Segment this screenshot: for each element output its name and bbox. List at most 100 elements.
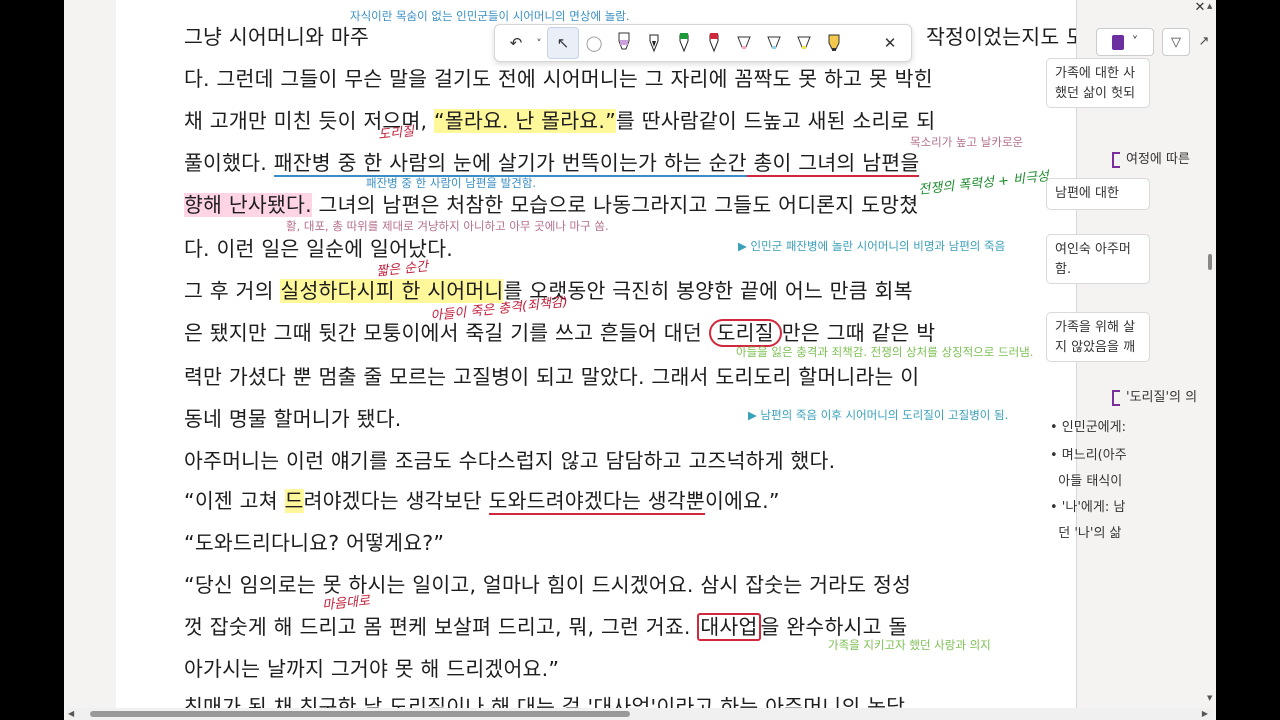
text-segment: 만은 그때 같은 박 bbox=[781, 321, 936, 345]
card-text: 여인숙 아주머 bbox=[1055, 242, 1131, 257]
highlighter-orange[interactable] bbox=[819, 28, 849, 58]
card-text: 했던 삶이 헛되 bbox=[1055, 86, 1136, 101]
text-segment: 도리질 bbox=[708, 319, 782, 347]
undo-button[interactable]: ↶ bbox=[501, 28, 531, 58]
undo-icon: ↶ bbox=[509, 34, 523, 52]
text-segment: 은 됐지만 그때 뒷간 모퉁이에서 죽길 기를 쓰고 흔들어 대던 bbox=[184, 321, 709, 345]
text-line: 력만 가셨다 뿐 멈출 줄 모르는 고질병이 되고 말았다. 그래서 도리도리 … bbox=[184, 360, 919, 390]
text-segment: 총이 그녀의 남편을 bbox=[746, 151, 920, 177]
summary-card[interactable]: 여인숙 아주머 함. bbox=[1046, 234, 1150, 284]
text-line: “도와드리다니요? 어떻게요?” bbox=[184, 526, 444, 556]
card-text: 남편에 대한 bbox=[1055, 186, 1119, 201]
toolbar-close-button[interactable]: ✕ bbox=[875, 28, 905, 58]
text-segment: “당신 임의로는 못 하시는 일이고, 얼마나 힘이 드시겠어요. 삼시 잡숫는… bbox=[184, 573, 912, 597]
text-line: 동네 명물 할머니가 됐다. bbox=[184, 402, 401, 432]
text-line: 친매가 된 채 친구한 날 도리질이나 해 대는 걸 '대사업'이라고 하는 아… bbox=[184, 690, 905, 708]
pen-icon: ▽ bbox=[1171, 34, 1181, 50]
panel-bullet: • 며느리(아주 bbox=[1050, 448, 1127, 463]
panel-bullet: • 인민군에게: bbox=[1050, 420, 1126, 435]
highlighter-yellow[interactable] bbox=[789, 28, 819, 58]
text-line: 은 됐지만 그때 뒷간 모퉁이에서 죽길 기를 쓰고 흔들어 대던 도리질 만은 … bbox=[184, 316, 936, 347]
panel-heading-text: 여정에 따른 bbox=[1126, 152, 1190, 167]
text-line: 그냥 시어머니와 마주 bbox=[184, 20, 369, 50]
pen-black-icon bbox=[649, 34, 659, 53]
card-text: 가족을 위해 살 bbox=[1055, 320, 1136, 335]
text-segment: 아주머니는 이런 얘기를 조금도 수다스럽지 않고 담담하고 고즈넉하게 했다. bbox=[184, 449, 836, 473]
summary-card[interactable]: 남편에 대한 bbox=[1046, 178, 1150, 210]
document-page: 그냥 시어머니와 마주 작정이었는지도 모른다. 그런데 그들이 무슨 말을 걸기… bbox=[116, 0, 1077, 708]
text-segment: 그냥 시어머니와 마주 bbox=[184, 25, 369, 49]
lasso-tool[interactable]: ◯ bbox=[579, 28, 609, 58]
chevron-down-icon: ˅ bbox=[536, 36, 542, 50]
text-segment: 아가시는 날까지 그거야 못 해 드리겠어요.” bbox=[184, 657, 560, 681]
lasso-icon: ◯ bbox=[585, 34, 603, 52]
highlighter-purple-icon bbox=[618, 32, 630, 50]
panel-bullet: 던 '나'의 삶 bbox=[1050, 526, 1122, 541]
text-segment: 이에요.” bbox=[704, 489, 780, 513]
text-segment: 그녀의 남편은 처참한 모습으로 나동그라지고 그들도 어디론지 도망쳤 bbox=[311, 193, 919, 217]
horizontal-scrollbar[interactable]: ◀ ▶ bbox=[66, 708, 1212, 720]
scroll-thumb[interactable] bbox=[1208, 254, 1212, 270]
text-line: 아주머니는 이런 얘기를 조금도 수다스럽지 않고 담담하고 고즈넉하게 했다. bbox=[184, 444, 835, 474]
summary-card[interactable]: 가족을 위해 살지 않았음을 깨 bbox=[1046, 312, 1150, 362]
text-segment: 실성하다시피 한 시어머니 bbox=[280, 279, 504, 303]
annotation-note: 가족을 지키고자 했던 사랑과 의지 bbox=[828, 638, 991, 652]
scroll-down-arrow[interactable]: ▼ bbox=[1207, 694, 1212, 702]
text-segment: 려야겠다는 생각보단 bbox=[303, 489, 489, 513]
handwritten-note: 도리질 bbox=[377, 124, 415, 143]
pen-tool-green[interactable] bbox=[669, 28, 699, 58]
chevron-down-icon: ˅ bbox=[1131, 34, 1139, 50]
panel-bullet: 아들 태식이 bbox=[1050, 474, 1123, 489]
pen-tool-black[interactable] bbox=[639, 28, 669, 58]
text-segment: 다. 그런데 그들이 무슨 말을 걸기도 전에 시어머니는 그 자리에 꼼짝도 … bbox=[184, 67, 933, 91]
highlighter-blue-icon bbox=[767, 36, 781, 49]
pen-tool-red[interactable] bbox=[699, 28, 729, 58]
text-line: 향해 난사됐다. 그녀의 남편은 처참한 모습으로 나동그라지고 그들도 어디론… bbox=[184, 188, 918, 218]
text-line: 풀이했다. 패잔병 중 한 사람의 눈에 살기가 번뜩이는가 하는 순간 총이 … bbox=[184, 146, 920, 177]
highlighter-yellow-icon bbox=[797, 36, 811, 49]
text-segment: 향해 난사됐다. bbox=[184, 193, 312, 217]
highlighter-blue[interactable] bbox=[759, 28, 789, 58]
text-line: 작정이었는지도 모른 bbox=[926, 20, 1076, 50]
text-segment: 드 bbox=[284, 489, 304, 513]
bookmark-icon bbox=[1112, 151, 1120, 168]
annotation-toolbar: ↶ ˅ ↖ ◯ ✕ bbox=[494, 24, 912, 62]
pen-tool-button[interactable]: ▽ bbox=[1162, 28, 1190, 56]
vertical-scrollbar[interactable]: ▲ ▼ bbox=[1206, 0, 1214, 708]
pen-tool-purple[interactable] bbox=[609, 28, 639, 58]
annotation-note: 패잔병 중 한 사람이 남편을 발견함. bbox=[366, 176, 537, 190]
text-segment: 동네 명물 할머니가 됐다. bbox=[184, 407, 402, 431]
text-line: 껏 잡숫게 해 드리고 몸 편케 보살펴 드리고, 뭐, 그런 거죠. 대사업 을… bbox=[184, 610, 907, 641]
notebook-icon bbox=[1111, 34, 1124, 50]
text-segment: 풀이했다. bbox=[184, 151, 274, 175]
panel-bullet: • '나'에게: 남 bbox=[1050, 500, 1126, 515]
annotation-note: 아들을 잃은 충격과 죄책감. 전쟁의 상처를 상징적으로 드러냄. bbox=[736, 345, 1034, 359]
undo-dropdown[interactable]: ˅ bbox=[531, 28, 547, 58]
select-tool[interactable]: ↖ bbox=[547, 27, 579, 59]
reader-app: 그냥 시어머니와 마주 작정이었는지도 모른다. 그런데 그들이 무슨 말을 걸기… bbox=[64, 0, 1216, 720]
text-segment: 그 후 거의 bbox=[184, 279, 281, 303]
panel-heading: 여정에 따른 bbox=[1112, 148, 1190, 168]
text-segment: “도와드리다니요? 어떻게요?” bbox=[184, 531, 445, 555]
scroll-right-arrow[interactable]: ▶ bbox=[1202, 709, 1208, 718]
text-segment: 도와드려야겠다는 생각뿐 bbox=[488, 489, 705, 515]
scroll-left-arrow[interactable]: ◀ bbox=[68, 709, 74, 718]
card-text: 지 않았음을 깨 bbox=[1055, 340, 1136, 355]
summary-card[interactable]: 가족에 대한 사 했던 삶이 헛되 bbox=[1046, 58, 1150, 108]
text-line: “이젠 고쳐 드려야겠다는 생각보단 도와드려야겠다는 생각뿐이에요.” bbox=[184, 484, 780, 515]
text-segment: 력만 가셨다 뿐 멈출 줄 모르는 고질병이 되고 말았다. 그래서 도리도리 … bbox=[184, 365, 920, 389]
horizontal-scroll-thumb[interactable] bbox=[90, 711, 630, 717]
window-close-button[interactable]: ✕ bbox=[1190, 0, 1210, 16]
annotation-note: ▶ 남편의 죽음 이후 시어머니의 도리질이 고질병이 됨. bbox=[748, 408, 1009, 422]
annotation-note: 목소리가 높고 날카로운 bbox=[910, 135, 1024, 149]
notebook-selector[interactable]: ˅ bbox=[1096, 28, 1154, 56]
close-icon: ✕ bbox=[883, 34, 897, 52]
text-line: 채 고개만 미친 듯이 저으며, “몰라요. 난 몰라요.”를 딴사람같이 드높… bbox=[184, 104, 935, 134]
annotation-note: 자식이란 목숨이 없는 인민군들이 시어머니의 면상에 놀람. bbox=[350, 9, 630, 23]
text-line: 아가시는 날까지 그거야 못 해 드리겠어요.” bbox=[184, 652, 559, 682]
annotation-note: 활, 대포, 총 따위를 제대로 겨냥하지 아니하고 아무 곳에나 마구 쏨. bbox=[286, 219, 609, 233]
highlighter-pink[interactable] bbox=[729, 28, 759, 58]
annotation-note: ▶ 인민군 패잔병에 놀란 시어머니의 비명과 남편의 죽음 bbox=[738, 239, 1006, 253]
pen-red-icon bbox=[709, 33, 719, 53]
handwritten-note: 전쟁의 폭력성 + 비극성 bbox=[917, 169, 1050, 198]
